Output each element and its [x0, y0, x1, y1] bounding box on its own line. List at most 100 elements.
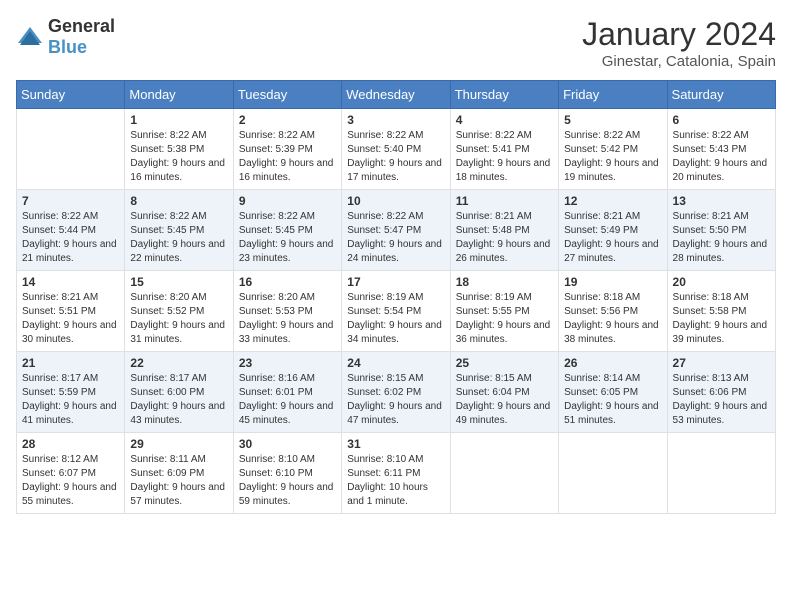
day-number: 24 [347, 356, 444, 370]
day-number: 28 [22, 437, 119, 451]
logo-blue: Blue [48, 37, 87, 57]
calendar-cell: 11Sunrise: 8:21 AM Sunset: 5:48 PM Dayli… [450, 190, 558, 271]
day-number: 23 [239, 356, 336, 370]
month-title: January 2024 [582, 16, 776, 53]
calendar-cell: 24 Sunrise: 8:15 AM Sunset: 6:02 PM Dayli… [342, 352, 450, 433]
day-number: 15 [130, 275, 227, 289]
calendar-cell: 23 Sunrise: 8:16 AM Sunset: 6:01 PM Dayli… [233, 352, 341, 433]
day-number: 21 [22, 356, 119, 370]
day-info: Sunrise: 8:22 AM Sunset: 5:43 PM Dayligh… [673, 129, 770, 185]
day-info: Sunrise: 8:20 AM Sunset: 5:53 PM Dayligh… [239, 291, 336, 347]
day-info: Sunrise: 8:22 AM Sunset: 5:47 PM Dayligh… [347, 210, 444, 266]
location: Ginestar, Catalonia, Spain [582, 53, 776, 70]
day-number: 6 [673, 113, 770, 127]
day-info: Sunrise: 8:15 AM Sunset: 6:02 PM Dayligh… [347, 372, 444, 428]
col-tuesday: Tuesday [233, 81, 341, 109]
week-row: 28 Sunrise: 8:12 AM Sunset: 6:07 PM Dayli… [17, 433, 776, 514]
day-info: Sunrise: 8:22 AM Sunset: 5:42 PM Dayligh… [564, 129, 661, 185]
calendar-cell [17, 109, 125, 190]
calendar-cell: 2Sunrise: 8:22 AM Sunset: 5:39 PM Daylig… [233, 109, 341, 190]
calendar-cell: 26 Sunrise: 8:14 AM Sunset: 6:05 PM Dayli… [559, 352, 667, 433]
day-info: Sunrise: 8:22 AM Sunset: 5:40 PM Dayligh… [347, 129, 444, 185]
day-info: Sunrise: 8:16 AM Sunset: 6:01 PM Dayligh… [239, 372, 336, 428]
day-info: Sunrise: 8:15 AM Sunset: 6:04 PM Dayligh… [456, 372, 553, 428]
calendar-cell [559, 433, 667, 514]
day-info: Sunrise: 8:11 AM Sunset: 6:09 PM Dayligh… [130, 453, 227, 509]
day-info: Sunrise: 8:22 AM Sunset: 5:38 PM Dayligh… [130, 129, 227, 185]
day-info: Sunrise: 8:21 AM Sunset: 5:49 PM Dayligh… [564, 210, 661, 266]
calendar-cell [450, 433, 558, 514]
calendar-cell: 12Sunrise: 8:21 AM Sunset: 5:49 PM Dayli… [559, 190, 667, 271]
day-info: Sunrise: 8:12 AM Sunset: 6:07 PM Dayligh… [22, 453, 119, 509]
calendar-cell: 9 Sunrise: 8:22 AM Sunset: 5:45 PM Daylig… [233, 190, 341, 271]
day-info: Sunrise: 8:22 AM Sunset: 5:39 PM Dayligh… [239, 129, 336, 185]
day-info: Sunrise: 8:19 AM Sunset: 5:55 PM Dayligh… [456, 291, 553, 347]
col-thursday: Thursday [450, 81, 558, 109]
day-number: 1 [130, 113, 227, 127]
day-number: 26 [564, 356, 661, 370]
calendar-cell: 22Sunrise: 8:17 AM Sunset: 6:00 PM Dayli… [125, 352, 233, 433]
calendar-cell: 31Sunrise: 8:10 AM Sunset: 6:11 PM Dayli… [342, 433, 450, 514]
day-number: 18 [456, 275, 553, 289]
calendar-cell: 29 Sunrise: 8:11 AM Sunset: 6:09 PM Dayli… [125, 433, 233, 514]
day-number: 31 [347, 437, 444, 451]
calendar-cell: 1 Sunrise: 8:22 AM Sunset: 5:38 PM Daylig… [125, 109, 233, 190]
day-info: Sunrise: 8:22 AM Sunset: 5:45 PM Dayligh… [239, 210, 336, 266]
col-wednesday: Wednesday [342, 81, 450, 109]
calendar-cell: 21 Sunrise: 8:17 AM Sunset: 5:59 PM Dayli… [17, 352, 125, 433]
title-block: January 2024 Ginestar, Catalonia, Spain [582, 16, 776, 70]
day-info: Sunrise: 8:20 AM Sunset: 5:52 PM Dayligh… [130, 291, 227, 347]
day-number: 9 [239, 194, 336, 208]
day-number: 30 [239, 437, 336, 451]
calendar-cell: 18 Sunrise: 8:19 AM Sunset: 5:55 PM Dayli… [450, 271, 558, 352]
calendar-cell: 19 Sunrise: 8:18 AM Sunset: 5:56 PM Dayli… [559, 271, 667, 352]
column-headers: Sunday Monday Tuesday Wednesday Thursday… [17, 81, 776, 109]
col-sunday: Sunday [17, 81, 125, 109]
day-number: 14 [22, 275, 119, 289]
day-number: 16 [239, 275, 336, 289]
logo: General Blue [16, 16, 115, 58]
day-number: 4 [456, 113, 553, 127]
day-number: 29 [130, 437, 227, 451]
day-info: Sunrise: 8:14 AM Sunset: 6:05 PM Dayligh… [564, 372, 661, 428]
day-info: Sunrise: 8:13 AM Sunset: 6:06 PM Dayligh… [673, 372, 770, 428]
day-info: Sunrise: 8:17 AM Sunset: 5:59 PM Dayligh… [22, 372, 119, 428]
day-number: 25 [456, 356, 553, 370]
calendar-cell: 16 Sunrise: 8:20 AM Sunset: 5:53 PM Dayli… [233, 271, 341, 352]
day-info: Sunrise: 8:22 AM Sunset: 5:45 PM Dayligh… [130, 210, 227, 266]
day-number: 19 [564, 275, 661, 289]
calendar-cell: 13 Sunrise: 8:21 AM Sunset: 5:50 PM Dayli… [667, 190, 775, 271]
day-number: 8 [130, 194, 227, 208]
calendar-cell: 8 Sunrise: 8:22 AM Sunset: 5:45 PM Daylig… [125, 190, 233, 271]
day-number: 5 [564, 113, 661, 127]
calendar-cell: 10 Sunrise: 8:22 AM Sunset: 5:47 PM Dayli… [342, 190, 450, 271]
week-row: 1 Sunrise: 8:22 AM Sunset: 5:38 PM Daylig… [17, 109, 776, 190]
day-number: 17 [347, 275, 444, 289]
calendar-cell: 17 Sunrise: 8:19 AM Sunset: 5:54 PM Dayli… [342, 271, 450, 352]
day-number: 13 [673, 194, 770, 208]
calendar-cell: 6 Sunrise: 8:22 AM Sunset: 5:43 PM Daylig… [667, 109, 775, 190]
day-number: 3 [347, 113, 444, 127]
col-monday: Monday [125, 81, 233, 109]
day-number: 27 [673, 356, 770, 370]
calendar-cell: 25 Sunrise: 8:15 AM Sunset: 6:04 PM Dayli… [450, 352, 558, 433]
day-number: 11 [456, 194, 553, 208]
calendar-cell: 5 Sunrise: 8:22 AM Sunset: 5:42 PM Daylig… [559, 109, 667, 190]
day-info: Sunrise: 8:19 AM Sunset: 5:54 PM Dayligh… [347, 291, 444, 347]
day-info: Sunrise: 8:17 AM Sunset: 6:00 PM Dayligh… [130, 372, 227, 428]
day-info: Sunrise: 8:21 AM Sunset: 5:51 PM Dayligh… [22, 291, 119, 347]
day-number: 10 [347, 194, 444, 208]
calendar-cell: 4 Sunrise: 8:22 AM Sunset: 5:41 PM Daylig… [450, 109, 558, 190]
page-header: General Blue January 2024 Ginestar, Cata… [16, 16, 776, 70]
day-info: Sunrise: 8:22 AM Sunset: 5:41 PM Dayligh… [456, 129, 553, 185]
calendar-cell: 14 Sunrise: 8:21 AM Sunset: 5:51 PM Dayli… [17, 271, 125, 352]
col-friday: Friday [559, 81, 667, 109]
calendar-cell: 20Sunrise: 8:18 AM Sunset: 5:58 PM Dayli… [667, 271, 775, 352]
day-info: Sunrise: 8:21 AM Sunset: 5:50 PM Dayligh… [673, 210, 770, 266]
logo-icon [16, 25, 44, 49]
calendar-cell [667, 433, 775, 514]
day-info: Sunrise: 8:10 AM Sunset: 6:10 PM Dayligh… [239, 453, 336, 509]
calendar-cell: 3 Sunrise: 8:22 AM Sunset: 5:40 PM Daylig… [342, 109, 450, 190]
week-row: 7Sunrise: 8:22 AM Sunset: 5:44 PM Daylig… [17, 190, 776, 271]
day-info: Sunrise: 8:18 AM Sunset: 5:56 PM Dayligh… [564, 291, 661, 347]
